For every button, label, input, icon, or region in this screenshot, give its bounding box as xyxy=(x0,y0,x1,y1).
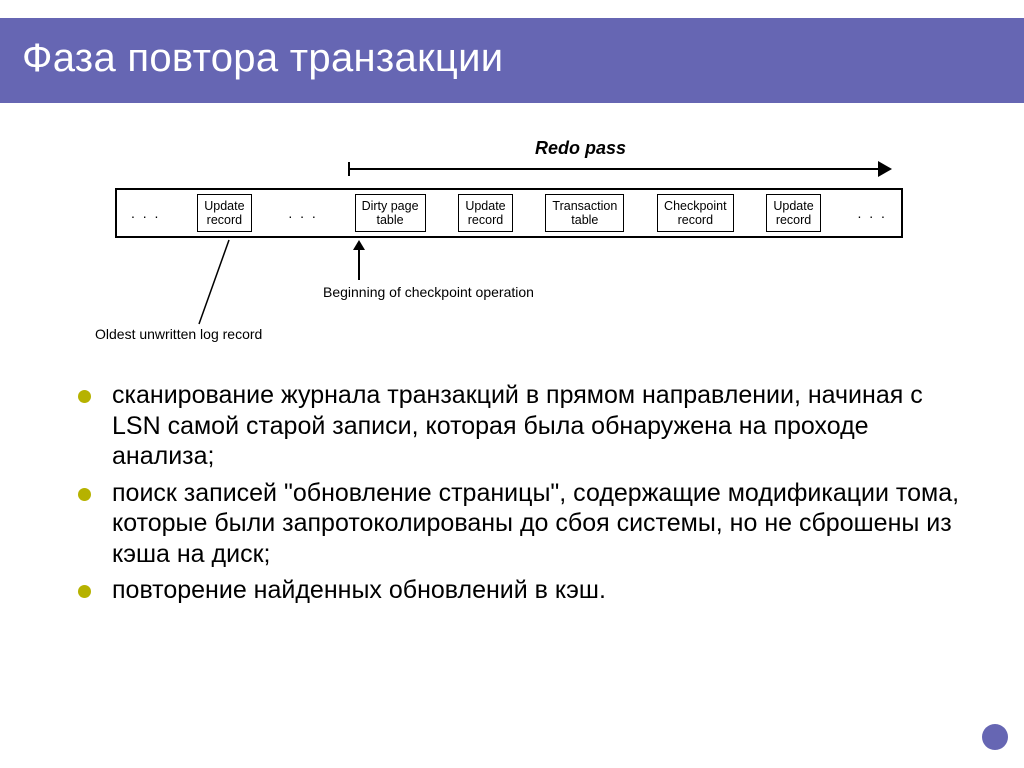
oldest-record-annotation: Oldest unwritten log record xyxy=(95,326,262,342)
log-record: Updaterecord xyxy=(458,194,512,233)
log-record-strip: . . . Updaterecord . . . Dirty pagetable… xyxy=(115,188,903,238)
log-record: Updaterecord xyxy=(197,194,251,233)
bullet-item: повторение найденных обновлений в кэш. xyxy=(78,575,964,606)
log-record: Updaterecord xyxy=(766,194,820,233)
title-band: Фаза повтора транзакции xyxy=(0,18,1024,103)
redo-pass-label: Redo pass xyxy=(535,138,626,159)
redo-pass-diagram: Redo pass . . . Updaterecord . . . Dirty… xyxy=(115,138,905,348)
redo-arrow-icon xyxy=(350,168,890,170)
oldest-record-line-icon xyxy=(185,238,305,328)
bullet-item: сканирование журнала транзакций в прямом… xyxy=(78,380,964,472)
corner-dot-icon xyxy=(982,724,1008,750)
slide: Фаза повтора транзакции Redo pass . . . … xyxy=(0,0,1024,768)
ellipsis-icon: . . . xyxy=(284,205,321,221)
checkpoint-annotation: Beginning of checkpoint operation xyxy=(323,284,534,300)
bullet-list: сканирование журнала транзакций в прямом… xyxy=(78,380,964,612)
log-record: Transactiontable xyxy=(545,194,624,233)
log-record: Checkpointrecord xyxy=(657,194,734,233)
ellipsis-icon: . . . xyxy=(853,205,890,221)
slide-title: Фаза повтора транзакции xyxy=(22,36,1024,81)
bullet-item: поиск записей "обновление страницы", сод… xyxy=(78,478,964,570)
log-record: Dirty pagetable xyxy=(355,194,426,233)
ellipsis-icon: . . . xyxy=(127,205,164,221)
checkpoint-arrow-icon xyxy=(349,240,369,282)
